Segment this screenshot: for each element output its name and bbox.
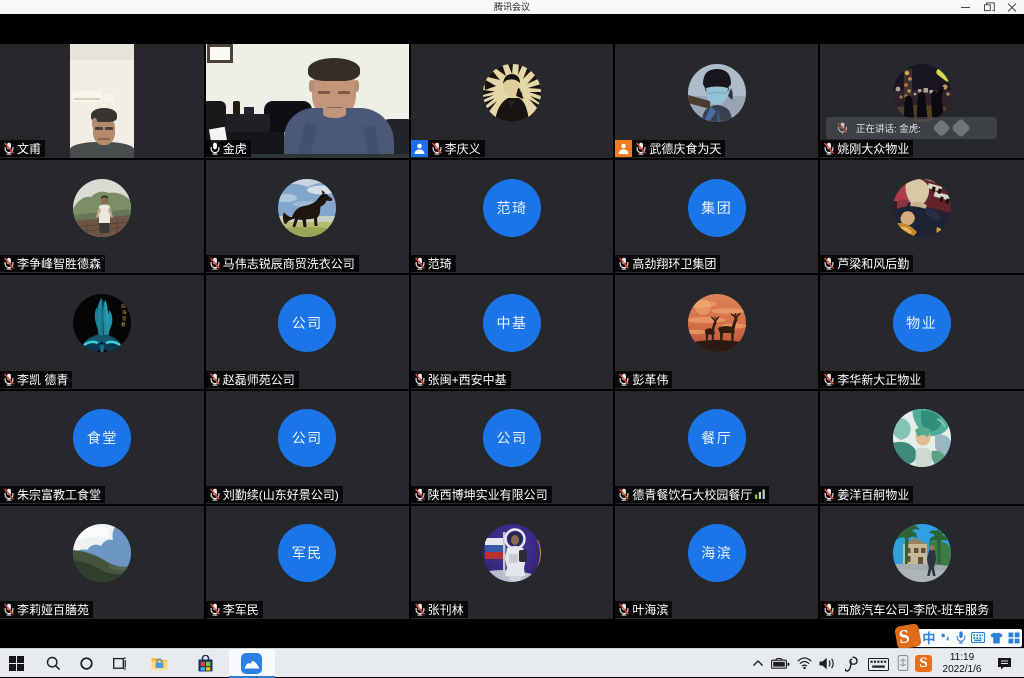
svg-text:海: 海 xyxy=(122,309,127,316)
svg-text:四: 四 xyxy=(121,304,126,309)
svg-text:春: 春 xyxy=(121,321,126,328)
